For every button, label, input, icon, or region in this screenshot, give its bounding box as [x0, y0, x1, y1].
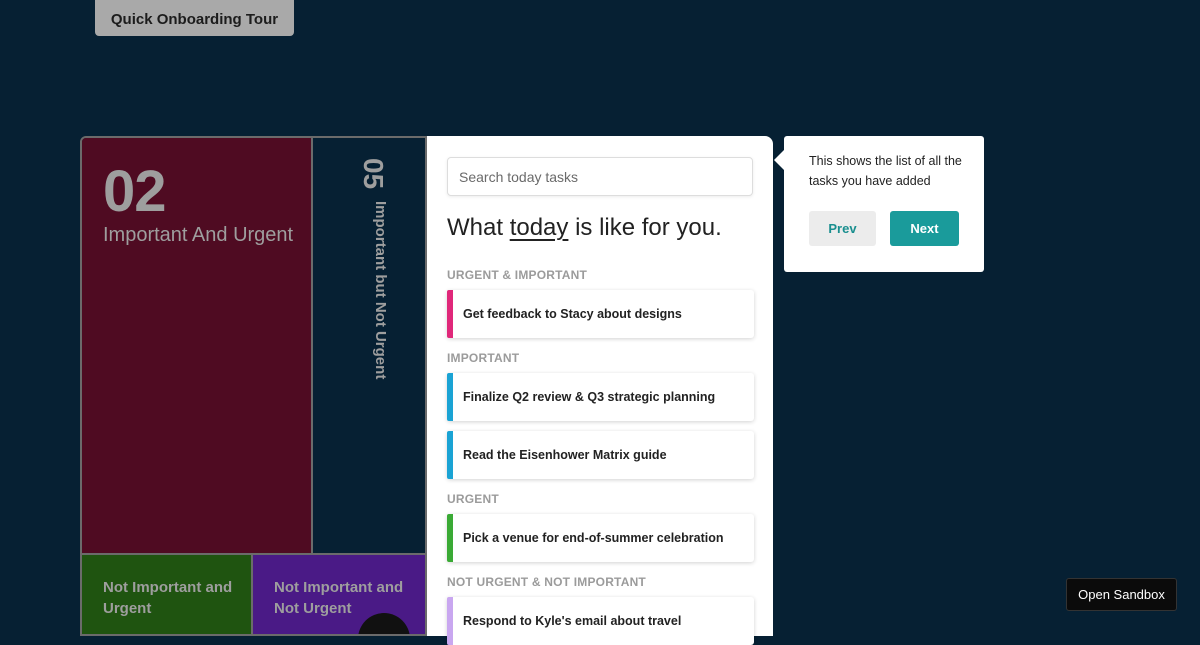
task-title: Read the Eisenhower Matrix guide	[463, 448, 667, 462]
quadrant-label: Not Important and Not Urgent	[274, 579, 404, 617]
tooltip-message: This shows the list of all the tasks you…	[809, 154, 962, 188]
task-color-bar	[447, 373, 453, 421]
quadrant-label: Not Important and Urgent	[103, 579, 233, 617]
today-tasks-panel: What today is like for you. URGENT & IMP…	[427, 136, 773, 645]
task-color-bar	[447, 431, 453, 479]
quadrant-important-urgent[interactable]: 02 Important And Urgent	[82, 138, 313, 555]
task-item[interactable]: Finalize Q2 review & Q3 strategic planni…	[447, 373, 754, 421]
quadrant-label: Important And Urgent	[103, 224, 294, 246]
quadrant-label: Important but Not Urgent	[372, 201, 389, 380]
task-color-bar	[447, 597, 453, 645]
page-title: What today is like for you.	[447, 214, 722, 241]
search-input[interactable]	[447, 157, 753, 196]
task-title: Finalize Q2 review & Q3 strategic planni…	[463, 390, 716, 404]
quadrant-important-not-urgent[interactable]: 05 Important but Not Urgent	[313, 138, 425, 555]
quadrant-count: 02	[103, 159, 167, 224]
task-color-bar	[447, 514, 453, 562]
section-title-not-urgent-not-important: NOT URGENT & NOT IMPORTANT	[447, 575, 646, 589]
onboarding-tooltip: This shows the list of all the tasks you…	[774, 136, 984, 272]
task-item[interactable]: Respond to Kyle's email about travel	[447, 597, 754, 645]
task-title: Get feedback to Stacy about designs	[463, 307, 682, 321]
quadrant-count: 05	[358, 158, 389, 190]
task-title: Pick a venue for end-of-summer celebrati…	[463, 531, 724, 545]
task-color-bar	[447, 290, 453, 338]
section-title-urgent: URGENT	[447, 492, 499, 506]
task-item[interactable]: Read the Eisenhower Matrix guide	[447, 431, 754, 479]
section-title-urgent-important: URGENT & IMPORTANT	[447, 268, 588, 282]
quick-onboarding-tour-button[interactable]: Quick Onboarding Tour	[95, 0, 294, 36]
eisenhower-matrix: 02 Important And Urgent 05 Important but…	[80, 136, 427, 636]
prev-button[interactable]: Prev	[809, 211, 876, 246]
task-title: Respond to Kyle's email about travel	[463, 614, 682, 628]
task-item[interactable]: Pick a venue for end-of-summer celebrati…	[447, 514, 754, 562]
section-title-important: IMPORTANT	[447, 351, 520, 365]
task-item[interactable]: Get feedback to Stacy about designs	[447, 290, 754, 338]
next-button[interactable]: Next	[890, 211, 959, 246]
open-sandbox-button[interactable]: Open Sandbox	[1066, 578, 1177, 611]
quadrant-not-important-urgent[interactable]: Not Important and Urgent	[82, 555, 253, 634]
